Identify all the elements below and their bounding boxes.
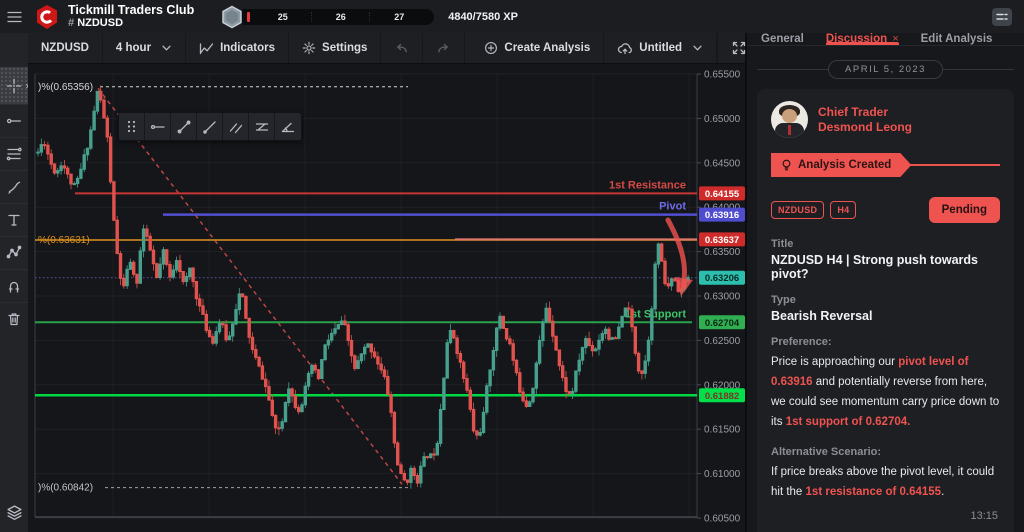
svg-text:)%(0.60842): )%(0.60842) bbox=[38, 483, 93, 494]
panel-toggle-icon[interactable] bbox=[992, 7, 1012, 26]
xp-progress-tick bbox=[247, 11, 251, 22]
level-segment-27: 27 bbox=[394, 11, 405, 22]
undo-icon bbox=[397, 43, 408, 53]
level-segment-26: 26 bbox=[312, 11, 371, 22]
redo-icon bbox=[438, 43, 449, 53]
tab-edit-analysis[interactable]: Edit Analysis bbox=[921, 33, 993, 45]
horizontal-line-tool-button[interactable] bbox=[145, 113, 171, 140]
date-pill: APRIL 5, 2023 bbox=[828, 60, 943, 79]
drag-handle[interactable] bbox=[119, 113, 145, 140]
trend-line-tool[interactable] bbox=[0, 104, 28, 137]
svg-text:%(0.63631): %(0.63631) bbox=[38, 235, 90, 246]
xabcd-pattern-tool[interactable] bbox=[0, 236, 28, 269]
svg-text:0.63637: 0.63637 bbox=[705, 235, 739, 246]
hamburger-menu-icon[interactable] bbox=[0, 0, 28, 33]
date-separator: APRIL 5, 2023 bbox=[757, 60, 1014, 79]
xp-counter: 4840/7580 XP bbox=[448, 10, 518, 23]
svg-text:0.61000: 0.61000 bbox=[704, 469, 741, 480]
crosshair-tool[interactable]: › bbox=[0, 67, 29, 104]
level-segment-25: 25 bbox=[254, 11, 313, 22]
parallel-channel-tool-button[interactable] bbox=[223, 113, 249, 140]
chevron-down-icon bbox=[162, 45, 171, 51]
chart-toolbar: NZDUSD 4 hour Indicators Settings Create… bbox=[28, 33, 746, 64]
drawing-tools-sidebar: › bbox=[0, 33, 29, 532]
svg-text:0.64500: 0.64500 bbox=[704, 158, 741, 169]
analysis-created-ribbon: Analysis Created bbox=[771, 153, 1000, 177]
title-label: Title bbox=[771, 238, 794, 250]
angle-tool-button[interactable] bbox=[275, 113, 301, 140]
chevron-down-icon bbox=[693, 45, 702, 51]
svg-text:0.63916: 0.63916 bbox=[705, 210, 739, 221]
author-name: Desmond Leong bbox=[818, 119, 913, 134]
message-timestamp: 13:15 bbox=[970, 509, 998, 522]
gear-icon bbox=[302, 41, 316, 55]
settings-button[interactable]: Settings bbox=[289, 33, 382, 63]
redo-button[interactable] bbox=[423, 33, 466, 63]
status-badge: Pending bbox=[928, 197, 1000, 223]
text-tool[interactable] bbox=[0, 203, 28, 236]
analysis-title: NZDUSD H4 | Strong push towards pivot? bbox=[771, 253, 978, 281]
preference-label: Preference: bbox=[771, 336, 832, 348]
layers-icon[interactable] bbox=[0, 492, 28, 532]
alternative-label: Alternative Scenario: bbox=[771, 445, 882, 458]
svg-text:0.62500: 0.62500 bbox=[704, 336, 741, 347]
analysis-type: Bearish Reversal bbox=[771, 309, 873, 323]
svg-text:0.63000: 0.63000 bbox=[704, 292, 741, 303]
delete-drawings-tool[interactable] bbox=[0, 302, 28, 335]
tab-general[interactable]: General bbox=[761, 33, 804, 45]
cloud-upload-icon bbox=[618, 43, 633, 55]
symbol-hash: # bbox=[68, 17, 75, 30]
xp-progress: 25 26 27 4840/7580 XP bbox=[220, 5, 518, 29]
svg-text:0.65000: 0.65000 bbox=[704, 114, 741, 125]
timeframe-tag: H4 bbox=[830, 201, 857, 219]
svg-text:)%(0.65356): )%(0.65356) bbox=[38, 82, 93, 93]
flat-channel-tool-button[interactable] bbox=[249, 113, 275, 140]
level-hexagon-icon bbox=[220, 5, 244, 29]
indicators-button[interactable]: Indicators bbox=[186, 33, 290, 63]
svg-text:0.64155: 0.64155 bbox=[705, 189, 740, 200]
chart-canvas[interactable]: 0.655000.650000.645000.640000.635000.630… bbox=[28, 64, 745, 532]
close-tab-icon[interactable]: × bbox=[892, 33, 898, 45]
fib-retracement-tool[interactable] bbox=[0, 137, 28, 170]
svg-text:0.60500: 0.60500 bbox=[704, 514, 741, 525]
preference-text: Price is approaching our pivot level of … bbox=[771, 356, 1000, 429]
svg-text:1st Resistance: 1st Resistance bbox=[609, 179, 686, 191]
symbol-name: NZDUSD bbox=[77, 17, 124, 30]
xp-bar: 25 26 27 bbox=[237, 8, 435, 25]
svg-text:Pivot: Pivot bbox=[659, 201, 686, 213]
alternative-text: If price breaks above the pivot level, i… bbox=[771, 465, 995, 498]
panel-tabs: General Discussion × Edit Analysis bbox=[747, 33, 1024, 46]
drawing-floating-toolbar bbox=[118, 112, 302, 141]
top-bar: Tickmill Traders Club # NZDUSD 25 26 27 … bbox=[0, 0, 1024, 33]
analysis-card: Chief Trader Desmond Leong Analysis Crea… bbox=[757, 89, 1014, 532]
plus-circle-icon bbox=[485, 42, 498, 54]
svg-text:0.61500: 0.61500 bbox=[704, 425, 741, 436]
avatar bbox=[771, 101, 808, 138]
save-dropdown[interactable]: Untitled bbox=[604, 33, 718, 63]
trend-line-tool-button[interactable] bbox=[171, 113, 197, 140]
author-role: Chief Trader bbox=[818, 104, 889, 119]
tickmill-logo bbox=[37, 4, 57, 29]
ray-tool-button[interactable] bbox=[197, 113, 223, 140]
fullscreen-icon bbox=[732, 41, 746, 55]
lightbulb-icon bbox=[780, 158, 793, 172]
svg-text:0.63206: 0.63206 bbox=[705, 273, 739, 284]
undo-button[interactable] bbox=[381, 33, 424, 63]
brush-tool[interactable] bbox=[0, 170, 28, 203]
svg-text:0.61882: 0.61882 bbox=[705, 391, 739, 402]
create-analysis-button[interactable]: Create Analysis bbox=[471, 33, 605, 63]
analysis-panel: General Discussion × Edit Analysis APRIL… bbox=[747, 33, 1024, 532]
type-label: Type bbox=[771, 294, 796, 306]
svg-text:1st Support: 1st Support bbox=[625, 308, 686, 320]
timeframe-dropdown[interactable]: 4 hour bbox=[103, 33, 187, 63]
tab-discussion[interactable]: Discussion × bbox=[825, 33, 899, 45]
symbol-button[interactable]: NZDUSD bbox=[28, 33, 103, 63]
svg-text:0.62704: 0.62704 bbox=[705, 318, 740, 329]
magnet-tool[interactable] bbox=[0, 269, 28, 302]
svg-text:0.63500: 0.63500 bbox=[704, 247, 741, 258]
line-chart-icon bbox=[199, 42, 214, 54]
app-title: Tickmill Traders Club bbox=[68, 2, 195, 17]
svg-text:0.65500: 0.65500 bbox=[704, 70, 741, 81]
symbol-tag: NZDUSD bbox=[771, 201, 825, 219]
